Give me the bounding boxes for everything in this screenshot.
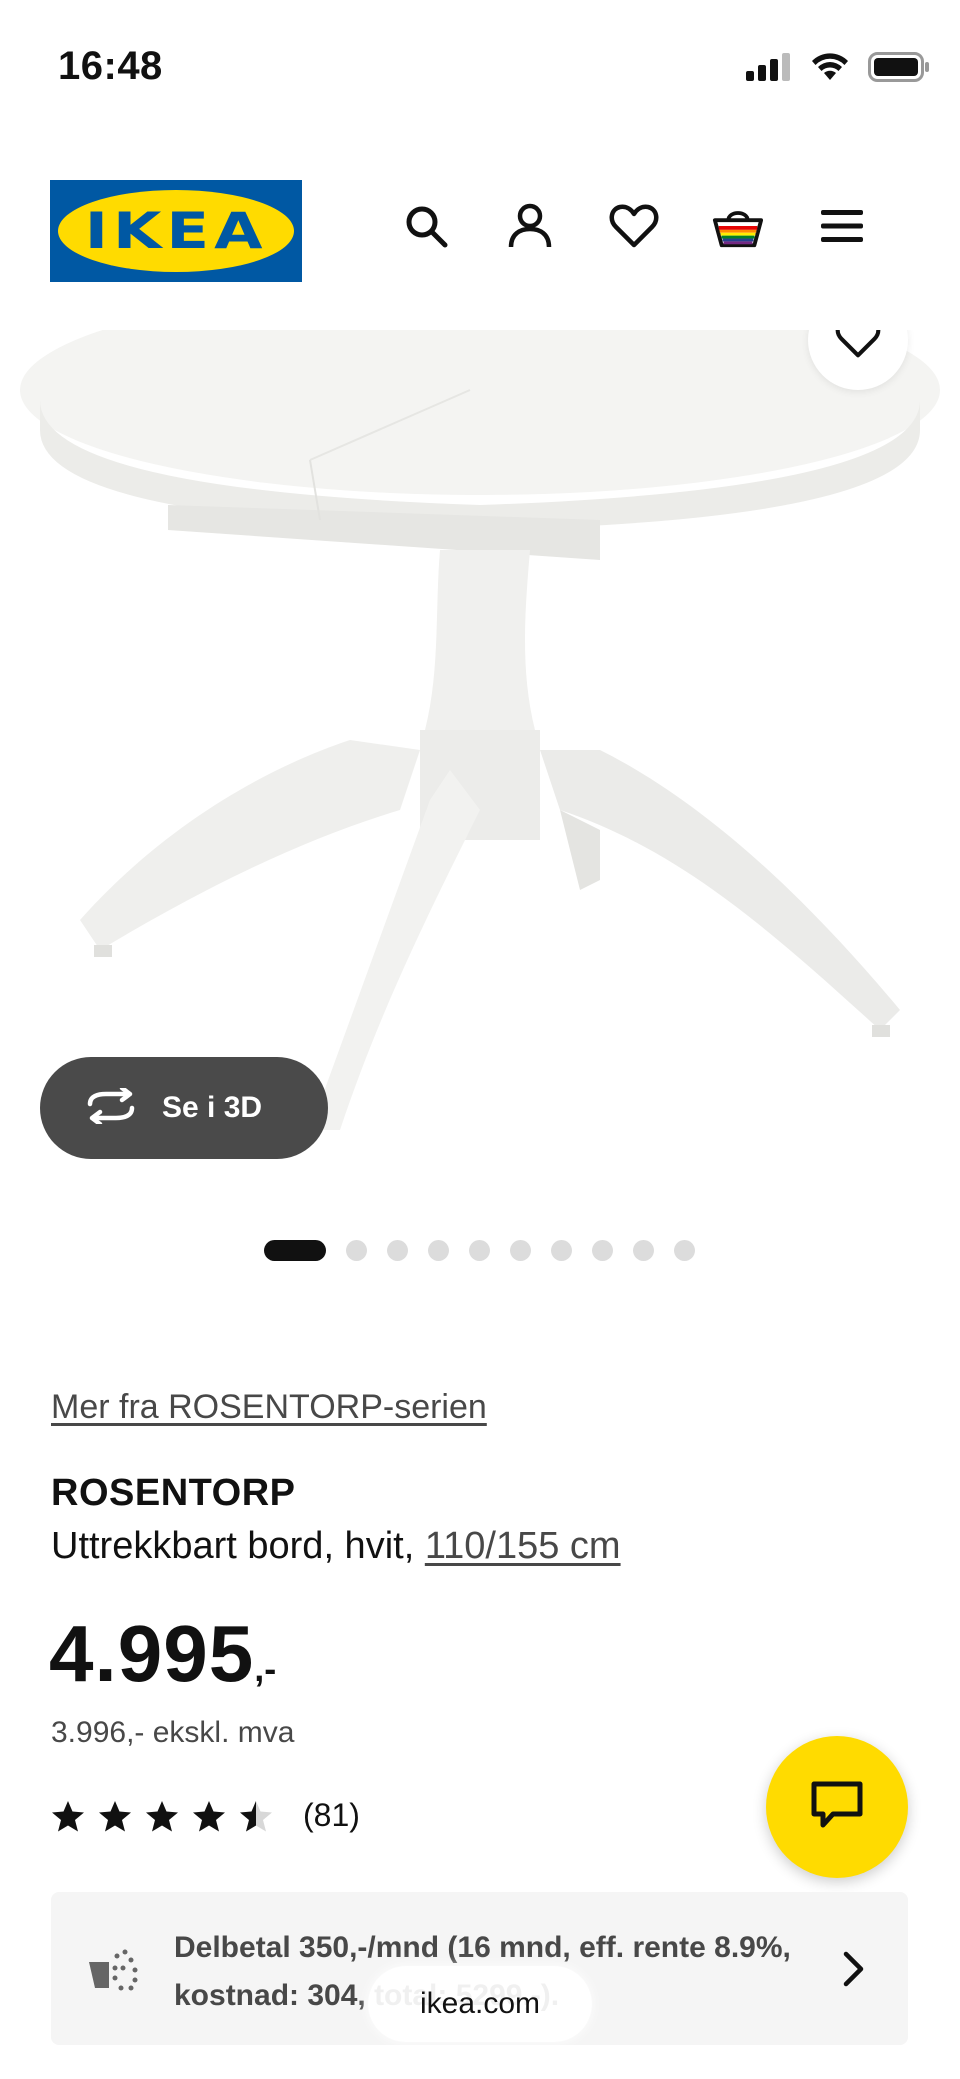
- carousel-dot[interactable]: [346, 1240, 367, 1261]
- star-full-icon: [99, 1800, 131, 1831]
- star-full-icon: [52, 1800, 84, 1831]
- product-rating[interactable]: (81): [51, 1797, 360, 1834]
- product-name: ROSENTORP: [51, 1472, 296, 1514]
- ikea-logo[interactable]: IKEA: [50, 180, 302, 282]
- status-time: 16:48: [58, 44, 163, 88]
- product-price: 4.995,-: [49, 1608, 276, 1700]
- logo-oval: IKEA: [58, 190, 294, 272]
- star-half-icon: [240, 1800, 272, 1831]
- logo-text: IKEA: [84, 202, 268, 260]
- search-icon[interactable]: [400, 200, 452, 252]
- product-image: [20, 330, 940, 1130]
- carousel-dot-active[interactable]: [264, 1240, 326, 1261]
- installment-payment-icon: [87, 1948, 139, 1997]
- rotate-3d-icon: [84, 1085, 138, 1129]
- star-full-icon: [193, 1800, 225, 1831]
- carousel-dot[interactable]: [674, 1240, 695, 1261]
- status-icons: [746, 52, 930, 87]
- chevron-right-icon: [842, 1950, 866, 1993]
- status-bar: 16:48: [0, 0, 960, 140]
- carousel-dot[interactable]: [592, 1240, 613, 1261]
- carousel-dot[interactable]: [428, 1240, 449, 1261]
- site-header: IKEA: [0, 170, 960, 290]
- browser-url-bar[interactable]: ikea.com: [368, 1966, 592, 2042]
- product-description: Uttrekkbart bord, hvit, 110/155 cm: [51, 1525, 621, 1568]
- dimensions-link[interactable]: 110/155 cm: [425, 1525, 621, 1567]
- header-nav-icons: [400, 200, 868, 252]
- view-in-3d-label: Se i 3D: [162, 1091, 263, 1124]
- menu-icon[interactable]: [816, 200, 868, 252]
- rating-stars: [51, 1800, 273, 1832]
- rating-count: (81): [303, 1797, 360, 1833]
- cellular-signal-icon: [746, 53, 792, 86]
- price-main: 4.995: [49, 1609, 255, 1698]
- star-full-icon: [146, 1800, 178, 1831]
- product-description-text: Uttrekkbart bord, hvit,: [51, 1525, 425, 1567]
- carousel-dot[interactable]: [510, 1240, 531, 1261]
- wifi-icon: [810, 52, 850, 87]
- chat-bubble-icon: [809, 1779, 865, 1836]
- carousel-indicators: [264, 1240, 695, 1261]
- carousel-dot[interactable]: [633, 1240, 654, 1261]
- carousel-dot[interactable]: [387, 1240, 408, 1261]
- view-in-3d-button[interactable]: Se i 3D: [40, 1057, 328, 1159]
- series-link[interactable]: Mer fra ROSENTORP-serien: [51, 1388, 487, 1427]
- battery-icon: [868, 52, 930, 87]
- price-suffix: ,-: [254, 1648, 277, 1689]
- url-text: ikea.com: [419, 1987, 541, 2020]
- price-excluding-vat: 3.996,- ekskl. mva: [51, 1716, 295, 1749]
- account-icon[interactable]: [504, 200, 556, 252]
- product-image-carousel[interactable]: [0, 330, 960, 1170]
- shopping-bag-icon[interactable]: [712, 200, 764, 252]
- carousel-dot[interactable]: [469, 1240, 490, 1261]
- wishlist-heart-icon[interactable]: [608, 200, 660, 252]
- chat-button[interactable]: [766, 1736, 908, 1878]
- heart-icon: [835, 330, 881, 364]
- carousel-dot[interactable]: [551, 1240, 572, 1261]
